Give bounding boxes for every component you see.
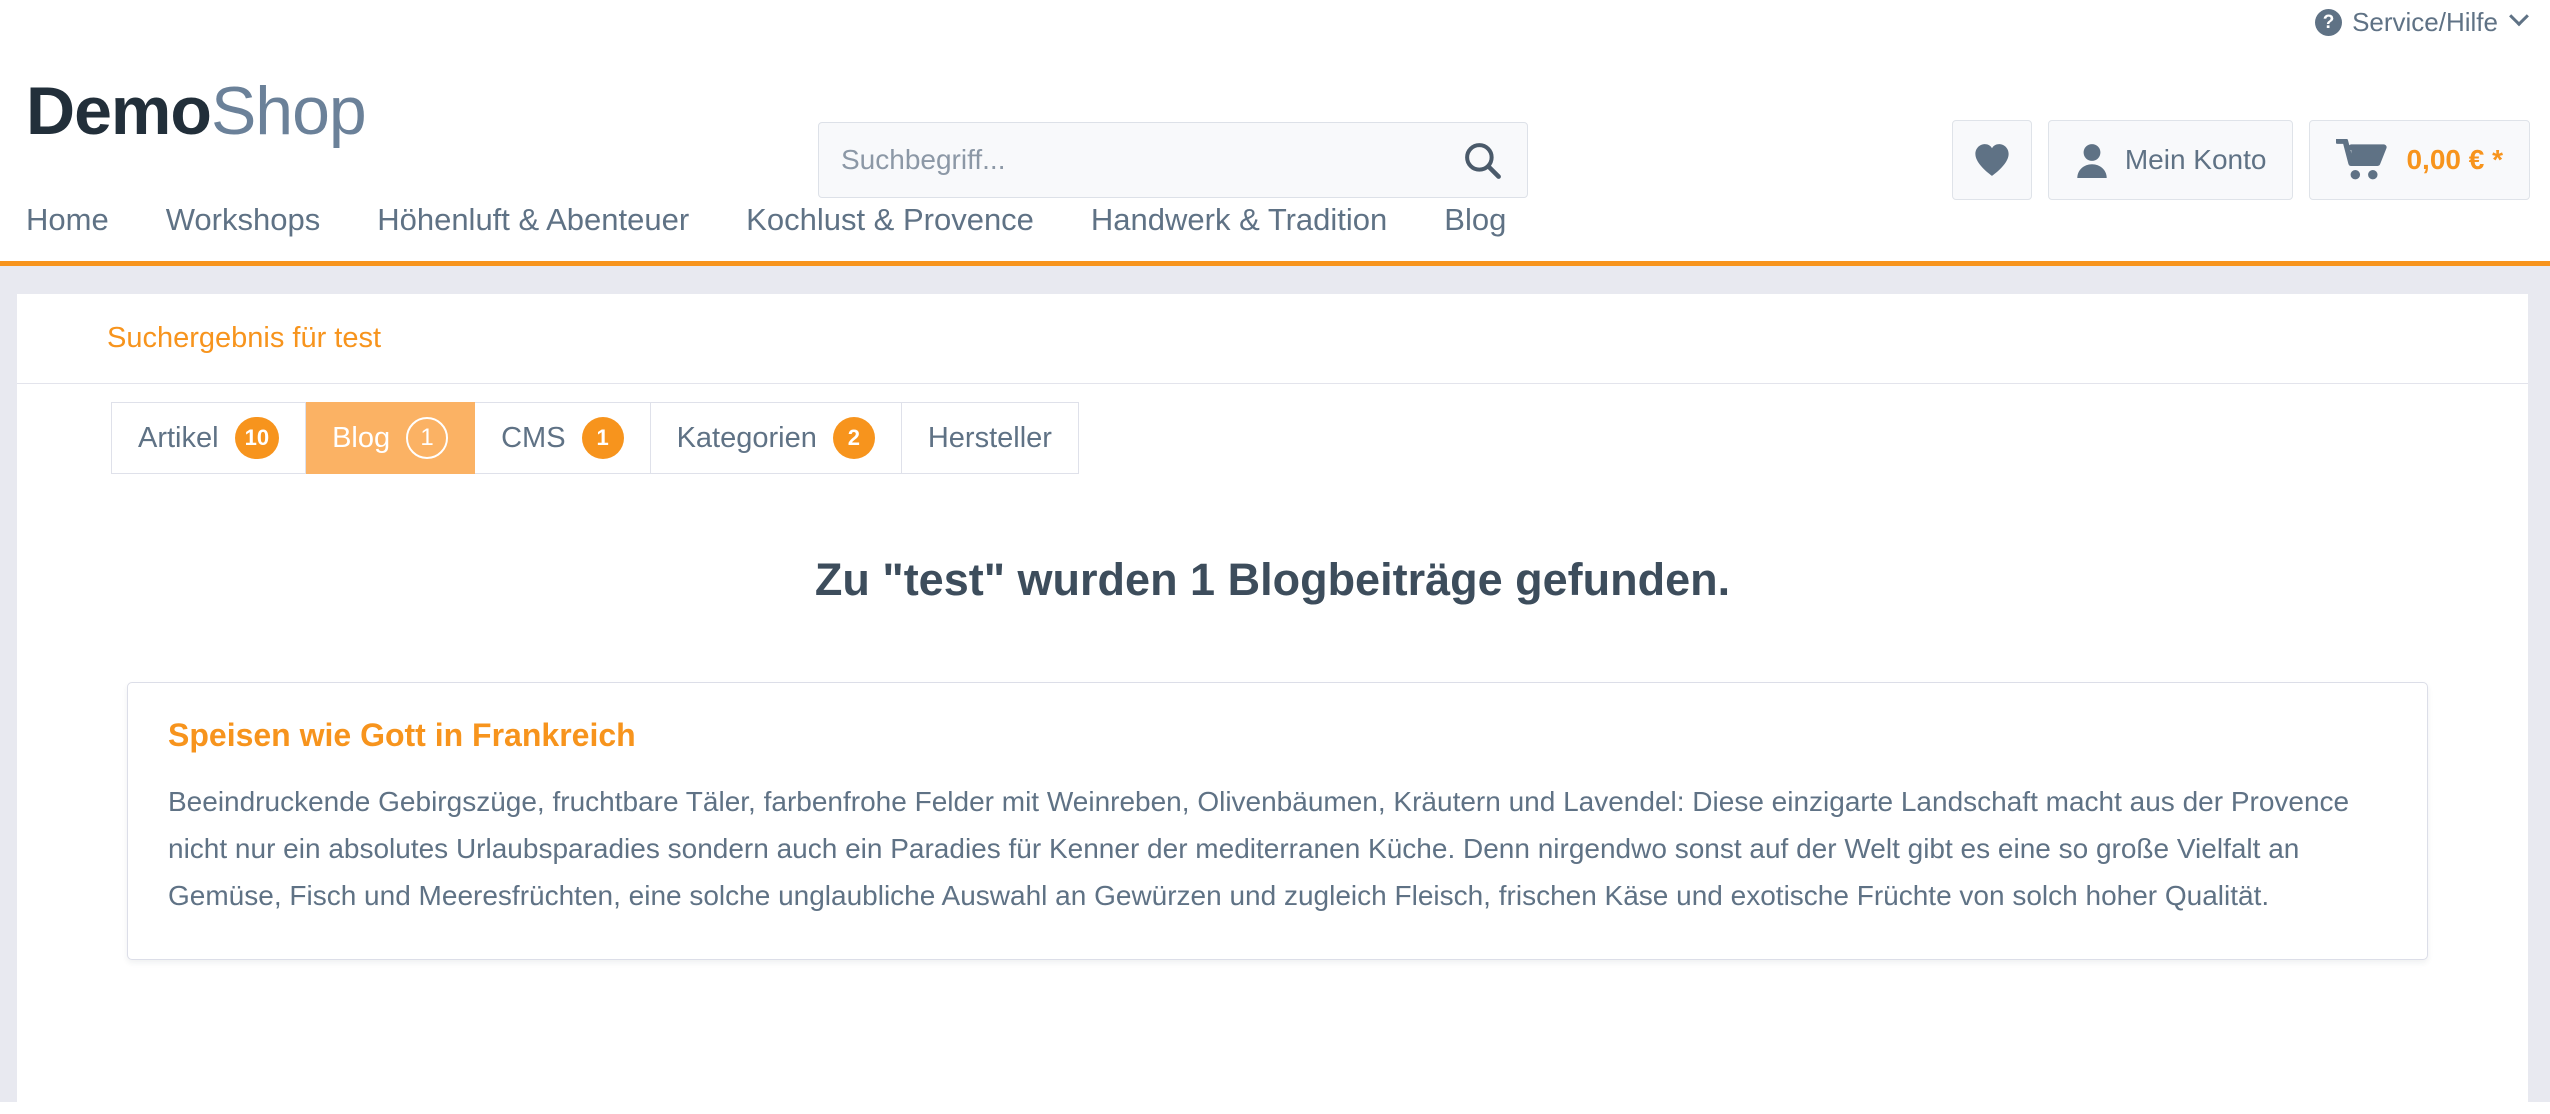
tab-artikel-count: 10 bbox=[234, 417, 280, 459]
header-actions: Mein Konto 0,00 € * bbox=[1951, 120, 2530, 200]
search-form bbox=[818, 122, 1528, 198]
chevron-down-icon bbox=[2509, 6, 2529, 27]
tab-blog-count: 1 bbox=[406, 417, 449, 459]
site-header: DemoShop Mein Konto bbox=[0, 44, 2550, 200]
cart-amount: 0,00 € * bbox=[2406, 144, 2503, 175]
logo-secondary-text: Shop bbox=[210, 73, 367, 149]
tab-kategorien-label: Kategorien bbox=[676, 421, 817, 454]
tab-kategorien-count: 2 bbox=[832, 417, 875, 459]
breadcrumb: Suchergebnis für test bbox=[17, 294, 2528, 384]
site-logo[interactable]: DemoShop bbox=[26, 77, 367, 145]
nav-item-blog[interactable]: Blog bbox=[1444, 204, 1538, 235]
search-submit-button[interactable] bbox=[1457, 139, 1507, 181]
tab-blog[interactable]: Blog 1 bbox=[306, 402, 476, 474]
search-input[interactable] bbox=[841, 144, 1457, 176]
page-body: Suchergebnis für test Artikel 10 Blog 1 … bbox=[0, 266, 2550, 1102]
nav-item-workshops[interactable]: Workshops bbox=[166, 204, 353, 235]
tab-artikel-label: Artikel bbox=[138, 421, 219, 454]
tab-cms-label: CMS bbox=[501, 421, 566, 454]
question-circle-icon: ? bbox=[2315, 8, 2343, 36]
blog-entry-title[interactable]: Speisen wie Gott in Frankreich bbox=[168, 717, 636, 754]
user-icon bbox=[2077, 144, 2107, 178]
heart-icon bbox=[1975, 144, 2009, 176]
search-result-tabs: Artikel 10 Blog 1 CMS 1 Kategorien 2 Her… bbox=[17, 384, 2528, 474]
breadcrumb-search-result[interactable]: Suchergebnis für test bbox=[107, 322, 381, 355]
logo-primary-text: Demo bbox=[26, 73, 212, 149]
tab-kategorien[interactable]: Kategorien 2 bbox=[650, 402, 902, 474]
nav-item-hoehenluft-abenteuer[interactable]: Höhenluft & Abenteuer bbox=[377, 204, 721, 235]
blog-entry-text: Beeindruckende Gebirgszüge, fruchtbare T… bbox=[168, 786, 2350, 912]
top-service-bar: ? Service/Hilfe bbox=[0, 0, 2550, 44]
list-item[interactable]: Speisen wie Gott in Frankreich Beeindruc… bbox=[127, 682, 2428, 961]
blog-result-list: Speisen wie Gott in Frankreich Beeindruc… bbox=[17, 682, 2528, 961]
service-help-menu[interactable]: ? Service/Hilfe bbox=[2315, 6, 2529, 37]
tab-artikel[interactable]: Artikel 10 bbox=[111, 402, 307, 474]
search-box[interactable] bbox=[818, 122, 1528, 198]
wishlist-button[interactable] bbox=[1951, 120, 2032, 200]
tab-blog-label: Blog bbox=[332, 421, 391, 454]
search-result-headline: Zu "test" wurden 1 Blogbeiträge gefunden… bbox=[814, 554, 1731, 605]
service-help-label: Service/Hilfe bbox=[2352, 7, 2498, 37]
cart-button[interactable]: 0,00 € * bbox=[2309, 120, 2530, 200]
content-panel: Suchergebnis für test Artikel 10 Blog 1 … bbox=[17, 294, 2528, 1102]
tab-cms[interactable]: CMS 1 bbox=[475, 402, 651, 474]
nav-item-handwerk-tradition[interactable]: Handwerk & Tradition bbox=[1091, 204, 1419, 235]
nav-item-kochlust-provence[interactable]: Kochlust & Provence bbox=[746, 204, 1066, 235]
tab-cms-count: 1 bbox=[581, 417, 624, 459]
account-label: Mein Konto bbox=[2124, 144, 2267, 175]
account-button[interactable]: Mein Konto bbox=[2047, 120, 2294, 200]
search-icon bbox=[1465, 143, 1501, 179]
shopping-cart-icon bbox=[2336, 139, 2388, 180]
tab-hersteller-label: Hersteller bbox=[927, 421, 1052, 454]
nav-item-home[interactable]: Home bbox=[26, 204, 141, 235]
tab-hersteller[interactable]: Hersteller bbox=[901, 402, 1079, 474]
